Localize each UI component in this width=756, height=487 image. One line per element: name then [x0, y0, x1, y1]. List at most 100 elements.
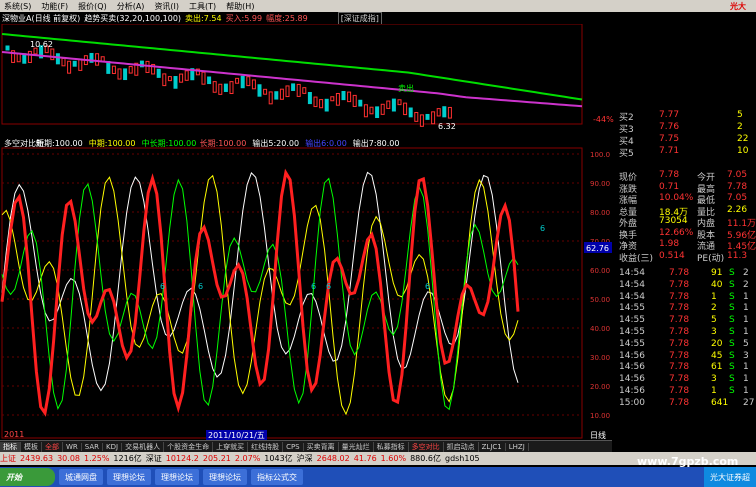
indicator-tab[interactable]: LHZJ [506, 442, 529, 451]
indicator-tab[interactable]: 多空对比 [409, 441, 444, 452]
indicator-tab[interactable]: 量光灿烂 [339, 441, 374, 452]
indicator-tab[interactable]: 模板 [21, 441, 42, 452]
quote-cell: S [729, 279, 735, 290]
task-item-2[interactable]: 理想论坛 [107, 469, 151, 485]
indicator-tab[interactable]: 个股资金生命 [164, 441, 214, 452]
candle [111, 65, 116, 75]
sz-amount: 1043亿 [264, 454, 293, 463]
marker-label: 6 [311, 282, 316, 291]
indicator-tab[interactable]: 抓启动点 [444, 441, 479, 452]
menu-function[interactable]: 功能(F) [41, 1, 68, 12]
quote-cell: 7.78 [669, 327, 690, 337]
candle [27, 50, 32, 63]
candle [403, 102, 408, 116]
indicator-tab[interactable]: 私募指标 [374, 441, 409, 452]
quote-cell: 7.78 [669, 291, 690, 302]
quote-row: 14:55 7.78 3 S 1 [615, 327, 756, 339]
quote-row: 买3 7.76 2 [615, 122, 756, 135]
quote-cell: 0.514 [659, 250, 685, 261]
quote-cell: 20 [711, 338, 723, 349]
quote-row: 14:55 7.78 2 S 1 [615, 303, 756, 315]
quote-cell: S [729, 315, 735, 326]
task-item-1[interactable]: 城通网盘 [59, 469, 103, 485]
menu-analysis[interactable]: 分析(A) [117, 1, 145, 12]
candle [391, 98, 396, 112]
quote-cell: 7.78 [669, 315, 690, 326]
indicator-tab[interactable]: 上穿就买 [213, 441, 249, 452]
menu-info[interactable]: 资讯(I) [154, 1, 179, 12]
candle [296, 83, 301, 97]
candle [414, 111, 419, 122]
quote-cell: 14:56 [619, 386, 645, 396]
indicator-tab[interactable]: 指标 [0, 441, 21, 452]
quote-cell: 22 [737, 134, 749, 144]
index-tag[interactable]: [深证成指] [337, 12, 382, 24]
start-button[interactable]: 开始 [0, 468, 55, 486]
sz-index: 10124.2 [165, 454, 199, 463]
quote-cell: 7.05 [727, 170, 748, 180]
quote-cell: 45 [711, 350, 723, 361]
sz-pct: 2.07% [234, 454, 261, 463]
candle [347, 91, 352, 103]
indicator-tab[interactable]: 全部 [42, 441, 63, 452]
indicator-tab[interactable]: 买卖背离 [304, 441, 339, 452]
quote-cell: 14:56 [619, 362, 645, 373]
candle [352, 94, 357, 107]
candle [235, 77, 240, 84]
candle [341, 91, 346, 101]
quote-cell: 2 [711, 303, 717, 314]
task-item-5[interactable]: 指标公式交 [251, 469, 303, 485]
y-tick-label: 100.0 [590, 151, 610, 159]
quote-cell: 1 [743, 315, 749, 326]
indicator-tab[interactable]: SAR [82, 442, 104, 451]
quote-cell: 3 [711, 327, 717, 337]
candle [302, 87, 307, 94]
quote-cell: 收益(三) [619, 253, 654, 264]
menu-tools[interactable]: 工具(T) [189, 1, 216, 12]
task-item-3[interactable]: 理想论坛 [155, 469, 199, 485]
indicator-tab[interactable]: ZLJC1 [479, 442, 506, 451]
sh-amount: 1216亿 [113, 454, 142, 463]
sh-change: 30.08 [57, 454, 80, 463]
candle [324, 98, 329, 112]
menu-quote[interactable]: 报价(Q) [78, 1, 107, 12]
amp-value: 幅度:25.89 [266, 13, 308, 23]
quote-cell: 27 [743, 397, 755, 408]
menu-help[interactable]: 帮助(H) [226, 1, 254, 12]
candle [201, 71, 206, 85]
indicator-tab[interactable]: CPS [283, 442, 304, 451]
candle [274, 91, 279, 100]
y-tick-label: 80.00 [590, 209, 610, 217]
candle [375, 106, 380, 119]
hs-label: 沪深 [296, 454, 313, 463]
indicator-tab[interactable]: 红线持股 [248, 441, 284, 452]
quote-cell: 61 [711, 362, 723, 373]
y-tick-label: 40.00 [590, 325, 610, 333]
sub-header-item: 中长期:100.00 [142, 138, 197, 148]
quote-cell: 10.04% [659, 193, 694, 203]
quote-row: 买5 7.71 10 [615, 146, 756, 159]
tray-app[interactable]: 光大证券超 [704, 467, 756, 487]
quote-cell: 7.78 [669, 374, 690, 385]
chart-area[interactable]: 10.62 6.32 卖出 -44% 多空对比新短期:100.00 中期:100.… [0, 24, 615, 440]
quote-row: 涨幅 10.04% 最低 7.05 [615, 193, 756, 206]
indicator-tab[interactable]: 交易机器人 [122, 441, 165, 452]
quote-cell: S [729, 338, 735, 349]
menu-system[interactable]: 系统(S) [4, 1, 31, 12]
taskbar: 开始 城通网盘 理想论坛 理想论坛 理想论坛 指标公式交 光大证券超 [0, 467, 756, 487]
quote-cell: 7.78 [659, 170, 680, 180]
quote-cell: 73054 [659, 216, 688, 226]
sh-index: 2439.63 [20, 454, 54, 463]
candle [184, 70, 189, 81]
task-item-4[interactable]: 理想论坛 [203, 469, 247, 485]
indicator-tab[interactable]: WR [63, 442, 82, 451]
candle [285, 85, 290, 98]
quote-cell: 7.78 [669, 338, 690, 349]
candle [436, 108, 441, 117]
quote-cell: 10 [737, 146, 749, 156]
buy-value: 买入:5.99 [225, 13, 263, 23]
hs-amount: 880.6亿 [410, 454, 441, 463]
candle [319, 99, 324, 109]
indicator-tab[interactable]: KDJ [103, 442, 123, 451]
quote-cell: 1 [743, 327, 749, 337]
